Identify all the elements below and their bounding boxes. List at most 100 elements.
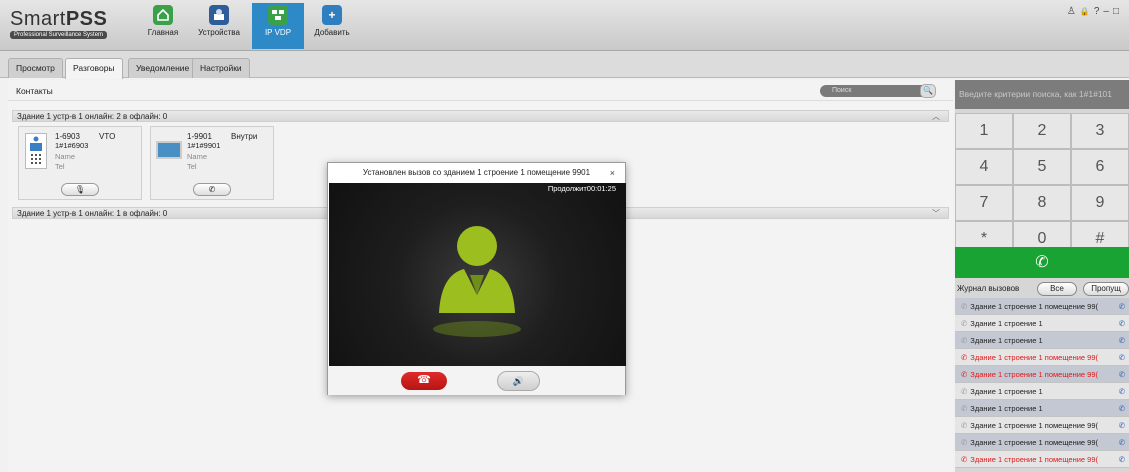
chevron-up-icon[interactable]: ︿ xyxy=(932,111,940,122)
active-call-dialog: Установлен вызов со зданием 1 строение 1… xyxy=(327,162,626,395)
call-log-row[interactable]: ✆ Здание 1 строение 1 помещение 99(✆ xyxy=(955,298,1129,315)
tab-notifications[interactable]: Уведомление xyxy=(128,58,198,78)
dialer-search-input[interactable]: Введите критерии поиска, как 1#1#101 xyxy=(955,80,1129,109)
phone-icon[interactable]: ✆ xyxy=(1119,332,1125,348)
phone-icon[interactable]: ✆ xyxy=(1119,366,1125,382)
phone-icon[interactable]: ✆ xyxy=(1119,417,1125,433)
call-log-row[interactable]: ✆ Здание 1 строение 1 ✆ xyxy=(955,400,1129,417)
contact-card-vto[interactable]: 1-6903 VTO 1#1#6903 Name Tel 🎙 xyxy=(18,126,142,200)
tab-preview[interactable]: Просмотр xyxy=(8,58,63,78)
phone-icon[interactable]: ✆ xyxy=(1119,383,1125,399)
group-label: Здание 1 устр-в 1 онлайн: 2 в офлайн: 0 xyxy=(17,112,168,121)
lock-icon[interactable]: 🔒 xyxy=(1080,7,1094,16)
contact-card-indoor[interactable]: 1-9901 Внутри 1#1#9901 Name Tel ✆ xyxy=(150,126,274,200)
search-icon[interactable]: 🔍 xyxy=(920,84,936,98)
devices-icon xyxy=(209,5,229,25)
call-log-row[interactable]: ✆ Здание 1 строение 1 ✆ xyxy=(955,383,1129,400)
user-icon[interactable]: ♙ xyxy=(1067,6,1080,17)
call-log-text: Здание 1 строение 1 помещение 99( xyxy=(970,455,1098,464)
toolbar-ip-vdp-button[interactable]: IP VDP xyxy=(252,3,304,49)
call-log-row[interactable]: ✆ Здание 1 строение 1 ✆ xyxy=(955,315,1129,332)
key-7[interactable]: 7 xyxy=(955,185,1013,221)
key-6[interactable]: 6 xyxy=(1071,149,1129,185)
close-icon[interactable]: × xyxy=(610,163,615,183)
logo-name-light: Smart xyxy=(10,8,66,30)
volume-button[interactable]: 🔊 xyxy=(497,371,540,391)
contact-name: Name xyxy=(187,152,208,161)
phone-icon[interactable]: ✆ xyxy=(1119,298,1125,314)
phone-icon: ✆ xyxy=(1035,254,1049,271)
call-log-text: Здание 1 строение 1 xyxy=(970,336,1043,345)
app-logo: SmartPSS Professional Surveillance Syste… xyxy=(10,8,108,39)
help-icon[interactable]: ? xyxy=(1094,6,1104,17)
group-row-1[interactable]: Здание 1 устр-в 1 онлайн: 2 в офлайн: 0 … xyxy=(12,110,949,122)
logo-subtitle: Professional Surveillance System xyxy=(10,31,108,39)
minimize-icon[interactable]: – xyxy=(1103,6,1113,17)
call-log-row[interactable]: ✆ Здание 1 строение 1 помещение 99(✆ xyxy=(955,451,1129,468)
dialog-title: Установлен вызов со зданием 1 строение 1… xyxy=(328,163,625,183)
missed-call-icon: ✆ xyxy=(961,455,968,464)
tab-settings[interactable]: Настройки xyxy=(192,58,250,78)
phone-icon[interactable]: ✆ xyxy=(1119,400,1125,416)
call-log-row[interactable]: ✆ Здание 1 строение 1 помещение 99(✆ xyxy=(955,349,1129,366)
missed-call-icon: ✆ xyxy=(961,370,968,379)
missed-call-icon: ✆ xyxy=(961,353,968,362)
key-8[interactable]: 8 xyxy=(1013,185,1071,221)
filter-all-button[interactable]: Все xyxy=(1037,282,1077,296)
call-button[interactable]: ✆ xyxy=(193,183,231,196)
logo-name-bold: PSS xyxy=(65,8,108,30)
toolbar-add-button[interactable]: + Добавить xyxy=(306,3,358,49)
call-log-row[interactable]: ✆ Здание 1 строение 1 ✆ xyxy=(955,332,1129,349)
incoming-call-icon: ✆ xyxy=(961,438,968,447)
speaker-icon: 🔊 xyxy=(512,376,525,386)
hang-up-button[interactable]: ☎ xyxy=(401,372,447,390)
contact-type: VTO xyxy=(99,132,116,141)
video-area: Продолжит00:01:25 xyxy=(329,183,626,366)
microphone-icon: 🎙 xyxy=(74,185,86,194)
phone-icon: ✆ xyxy=(208,185,216,194)
dial-call-button[interactable]: ✆ xyxy=(955,247,1129,278)
key-2[interactable]: 2 xyxy=(1013,113,1071,149)
call-log-text: Здание 1 строение 1 помещение 99( xyxy=(970,438,1098,447)
top-bar: SmartPSS Professional Surveillance Syste… xyxy=(0,0,1129,51)
phone-icon[interactable]: ✆ xyxy=(1119,349,1125,365)
contact-id: 1#1#9901 xyxy=(187,141,221,150)
contact-number: 1-6903 xyxy=(55,132,80,141)
dialog-title-text: Установлен вызов со зданием 1 строение 1… xyxy=(362,168,591,177)
phone-icon[interactable]: ✆ xyxy=(1119,451,1125,467)
window-controls: ♙🔒?–□ xyxy=(1067,6,1123,17)
restore-icon[interactable]: □ xyxy=(1113,6,1123,17)
call-log-header: Журнал вызовов Все Пропущ xyxy=(955,281,1129,297)
call-log-row[interactable]: ✆ Здание 1 строение 1 помещение 99(✆ xyxy=(955,417,1129,434)
call-log-row[interactable]: ✆ Здание 1 строение 1 помещение 99(✆ xyxy=(955,366,1129,383)
key-5[interactable]: 5 xyxy=(1013,149,1071,185)
key-3[interactable]: 3 xyxy=(1071,113,1129,149)
toolbar-ip-vdp-label: IP VDP xyxy=(264,28,292,37)
call-log-text: Здание 1 строение 1 xyxy=(970,319,1043,328)
call-log-text: Здание 1 строение 1 помещение 99( xyxy=(970,353,1098,362)
ip-vdp-icon xyxy=(268,5,288,25)
contacts-search-input[interactable]: Поиск xyxy=(820,85,928,97)
dialer-panel: Введите критерии поиска, как 1#1#101 1 2… xyxy=(955,80,1129,472)
toolbar-home-button[interactable]: Главная xyxy=(137,3,189,49)
talk-button[interactable]: 🎙 xyxy=(61,183,99,196)
door-station-icon xyxy=(25,133,47,169)
key-4[interactable]: 4 xyxy=(955,149,1013,185)
phone-icon[interactable]: ✆ xyxy=(1119,434,1125,450)
contacts-header: Контакты Поиск 🔍 xyxy=(8,80,953,101)
incoming-call-icon: ✆ xyxy=(961,336,968,345)
call-log-row[interactable]: ✆ Здание 1 строение 1 помещение 99(✆ xyxy=(955,434,1129,451)
toolbar-devices-button[interactable]: Устройства xyxy=(193,3,245,49)
avatar-icon xyxy=(433,226,521,337)
key-1[interactable]: 1 xyxy=(955,113,1013,149)
key-9[interactable]: 9 xyxy=(1071,185,1129,221)
tab-calls[interactable]: Разговоры xyxy=(65,58,123,79)
indoor-monitor-icon xyxy=(156,141,182,159)
incoming-call-icon: ✆ xyxy=(961,404,968,413)
chevron-down-icon[interactable]: ﹀ xyxy=(932,208,940,219)
call-log-text: Здание 1 строение 1 помещение 99( xyxy=(970,302,1098,311)
contact-type: Внутри xyxy=(231,132,258,141)
contact-id: 1#1#6903 xyxy=(55,141,89,150)
filter-missed-button[interactable]: Пропущ xyxy=(1083,282,1129,296)
phone-icon[interactable]: ✆ xyxy=(1119,315,1125,331)
